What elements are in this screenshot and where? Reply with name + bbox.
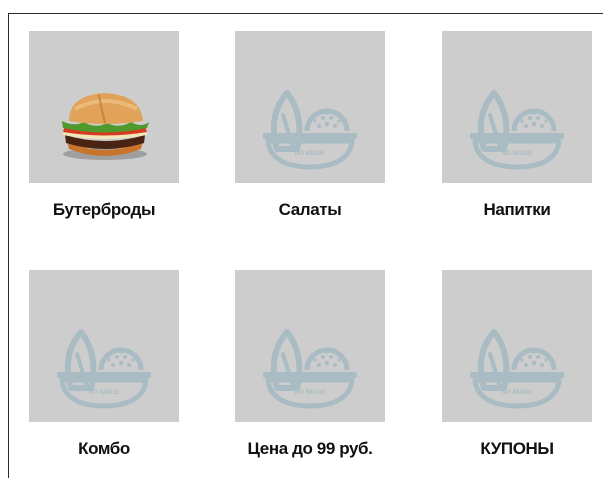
no-image-icon: NO IMAGE bbox=[442, 270, 592, 422]
category-label[interactable]: КУПОНЫ bbox=[442, 439, 592, 459]
frame-border-left bbox=[8, 13, 9, 478]
no-image-text: NO IMAGE bbox=[295, 151, 325, 157]
no-image-placeholder[interactable]: NO IMAGE bbox=[442, 31, 592, 183]
category-tile-salads[interactable]: NO IMAGE Салаты bbox=[235, 31, 385, 220]
no-image-icon: NO IMAGE bbox=[29, 270, 179, 422]
no-image-placeholder[interactable]: NO IMAGE bbox=[235, 31, 385, 183]
no-image-icon: NO IMAGE bbox=[442, 31, 592, 183]
no-image-icon: NO IMAGE bbox=[235, 31, 385, 183]
no-image-icon: NO IMAGE bbox=[235, 270, 385, 422]
burger-icon bbox=[62, 93, 149, 160]
category-label[interactable]: Бутерброды bbox=[29, 200, 179, 220]
no-image-placeholder[interactable]: NO IMAGE bbox=[442, 270, 592, 422]
category-label[interactable]: Напитки bbox=[442, 200, 592, 220]
category-label[interactable]: Комбо bbox=[29, 439, 179, 459]
burger-image[interactable] bbox=[29, 31, 179, 183]
no-image-text: NO IMAGE bbox=[502, 390, 532, 396]
no-image-text: NO IMAGE bbox=[502, 151, 532, 157]
category-label[interactable]: Цена до 99 руб. bbox=[235, 439, 385, 459]
no-image-placeholder[interactable]: NO IMAGE bbox=[235, 270, 385, 422]
category-tile-combo[interactable]: NO IMAGE Комбо bbox=[29, 270, 179, 459]
no-image-text: NO IMAGE bbox=[295, 390, 325, 396]
category-tile-drinks[interactable]: NO IMAGE Напитки bbox=[442, 31, 592, 220]
category-tile-sandwiches[interactable]: Бутерброды bbox=[29, 31, 179, 220]
category-grid: Бутерброды NO IMAGE Салаты NO IMAGE Напи… bbox=[0, 0, 603, 478]
category-tile-coupons[interactable]: NO IMAGE КУПОНЫ bbox=[442, 270, 592, 459]
no-image-placeholder[interactable]: NO IMAGE bbox=[29, 270, 179, 422]
category-tile-under-99[interactable]: NO IMAGE Цена до 99 руб. bbox=[235, 270, 385, 459]
category-label[interactable]: Салаты bbox=[235, 200, 385, 220]
no-image-text: NO IMAGE bbox=[89, 390, 119, 396]
frame-border-top bbox=[8, 13, 603, 14]
